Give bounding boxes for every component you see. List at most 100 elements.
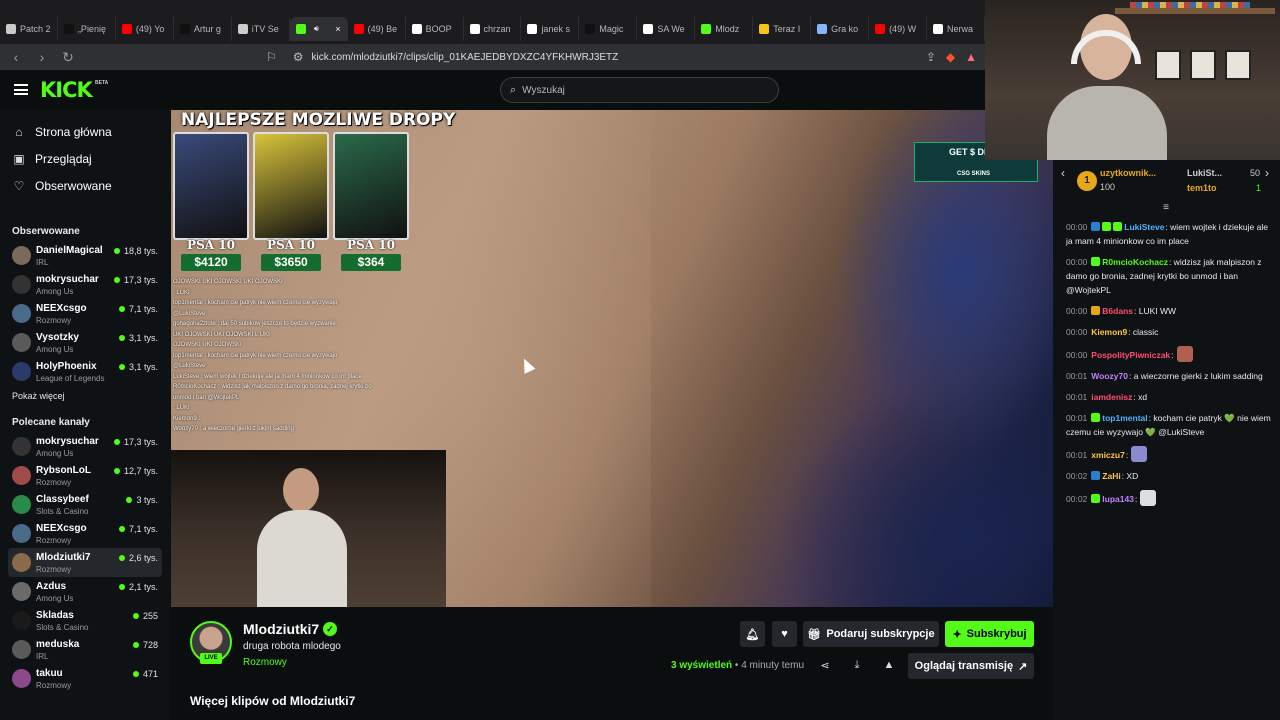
channel-avatar	[12, 333, 31, 352]
browser-tab[interactable]: BOOP	[406, 17, 464, 41]
search-input[interactable]: ⌕ Wyszukaj	[500, 77, 779, 103]
viewer-count-value: 2,6 tys.	[128, 553, 158, 563]
kick-logo[interactable]: KICK	[40, 78, 93, 102]
chat-username[interactable]: lupa143	[1102, 494, 1134, 504]
chat-username[interactable]: PospolityPiwniczak	[1091, 350, 1170, 360]
tab-favicon-icon	[63, 24, 74, 34]
chat-filter-icon[interactable]: ≡	[1161, 202, 1171, 213]
browser-tab[interactable]: Mlodz	[695, 17, 754, 41]
shelf	[1115, 8, 1275, 14]
top-gifter-name[interactable]: uzytkownik...	[1100, 168, 1156, 178]
viewer-count-value: 728	[142, 640, 158, 650]
viewer-count: 3,1 tys.	[118, 362, 158, 372]
share-icon[interactable]: ⇪	[926, 50, 936, 64]
chevron-left-icon[interactable]: ‹	[1061, 166, 1065, 180]
channel-name: NEEXcsgo	[36, 523, 87, 534]
browser-tab[interactable]: Artur g	[174, 17, 232, 41]
menu-icon[interactable]	[14, 84, 28, 95]
sidebar-channel-item[interactable]: NEEXcsgo Rozmowy 7,1 tys.	[8, 299, 162, 328]
chat-username[interactable]: top1mental	[1102, 413, 1147, 423]
channel-name: Mlodziutki7	[36, 552, 91, 563]
browser-tab[interactable]: Nerwa	[927, 17, 985, 41]
sidebar-channel-item[interactable]: meduska IRL 728	[8, 635, 162, 664]
channel-name: Skladas	[36, 610, 74, 621]
channel-name: Azdus	[36, 581, 66, 592]
clip-category[interactable]: Rozmowy	[243, 657, 287, 668]
chat-username[interactable]: ZaHi	[1102, 471, 1120, 481]
chat-username[interactable]: iamdenisz	[1091, 392, 1132, 402]
sidebar-channel-item[interactable]: RybsonLoL Rozmowy 12,7 tys.	[8, 461, 162, 490]
clip-stats: 3 wyświetleń • 4 minuty temu	[671, 660, 804, 671]
chat-username[interactable]: Kiemon9	[1091, 327, 1127, 337]
sidebar-channel-item[interactable]: Classybeef Slots & Casino 3 tys.	[8, 490, 162, 519]
show-more-link[interactable]: Pokaż więcej	[0, 386, 170, 406]
message-timestamp: 00:01	[1066, 450, 1088, 460]
sidebar-channel-item[interactable]: Vysotzky Among Us 3,1 tys.	[8, 328, 162, 357]
site-info-icon[interactable]: ⚙	[293, 50, 304, 64]
sidebar-channel-item[interactable]: takuu Rozmowy 471	[8, 664, 162, 693]
channel-category: IRL	[36, 258, 49, 267]
browser-tab[interactable]: (49) W	[869, 17, 927, 41]
sidebar-channel-item[interactable]: Azdus Among Us 2,1 tys.	[8, 577, 162, 606]
brave-rewards-icon[interactable]: ▲	[965, 50, 977, 64]
channel-name[interactable]: Mlodziutki7	[243, 621, 319, 637]
chat-username[interactable]: LukiSteve	[1124, 222, 1164, 232]
browser-tab[interactable]: janek s	[521, 17, 580, 41]
browser-tab[interactable]: Patch 2	[0, 17, 58, 41]
speaker-icon[interactable]: 🔊︎	[314, 24, 319, 34]
notification-bell-button[interactable]: 🔔︎	[740, 621, 765, 647]
gifter-name[interactable]: LukiSt...	[1187, 168, 1222, 178]
sidebar-nav-item[interactable]: ⌂ Strona główna	[0, 118, 170, 145]
pokemon-card	[253, 132, 329, 240]
chat-username[interactable]: xmiczu7	[1091, 450, 1125, 460]
sidebar-nav-label: Obserwowane	[35, 178, 112, 193]
download-icon[interactable]: ⤓	[850, 659, 864, 672]
browser-tab[interactable]: 🔊︎ ×	[289, 17, 348, 41]
browser-tab[interactable]: chrzan	[464, 17, 522, 41]
bookmark-icon[interactable]: ⚐	[266, 50, 277, 64]
tab-title: janek s	[541, 24, 570, 34]
sidebar-channel-item[interactable]: HolyPhoenix League of Legends 3,1 tys.	[8, 357, 162, 386]
browser-tab[interactable]: „Pienię	[58, 17, 116, 41]
browser-tab[interactable]: Teraz I	[753, 17, 812, 41]
chat-username[interactable]: Woozy70	[1091, 371, 1128, 381]
browser-tab[interactable]: (49) Be	[348, 17, 406, 41]
channel-category: Slots & Casino	[36, 623, 89, 632]
subscribe-button[interactable]: ✦ Subskrybuj	[945, 621, 1034, 647]
live-dot-icon	[118, 555, 125, 561]
browser-tab[interactable]: (49) Yo	[116, 17, 174, 41]
sidebar-channel-item[interactable]: Mlodziutki7 Rozmowy 2,6 tys.	[8, 548, 162, 577]
gift-subscription-button[interactable]: 🎁︎ Podaruj subskrypcje	[803, 621, 939, 647]
video-player[interactable]: NAJLEPSZE MOZLIWE DROPY PSA 10 $4120 PSA 1…	[171, 110, 1053, 607]
gifter-name[interactable]: tem1to	[1187, 183, 1217, 193]
live-dot-icon	[132, 671, 139, 677]
close-tab-icon[interactable]: ×	[335, 24, 340, 34]
sidebar-nav-item[interactable]: ♡ Obserwowane	[0, 172, 170, 199]
browser-tab[interactable]: SA We	[637, 17, 696, 41]
watch-stream-button[interactable]: Oglądaj transmisję ↗	[908, 653, 1034, 679]
sidebar-channel-item[interactable]: Skladas Slots & Casino 255	[8, 606, 162, 635]
url-field[interactable]: ⚙ kick.com/mlodziutki7/clips/clip_01KAEJ…	[287, 47, 916, 67]
chevron-right-icon[interactable]: ›	[1265, 166, 1269, 180]
chat-message-text: :	[1171, 350, 1174, 360]
follow-button[interactable]: ♥	[772, 621, 797, 647]
sidebar-channel-item[interactable]: mokrysuchar Among Us 17,3 tys.	[8, 270, 162, 299]
browser-tab[interactable]: Gra ko	[811, 17, 870, 41]
share-icon[interactable]: ⋖	[818, 659, 832, 672]
browser-tab[interactable]: iTV Se	[232, 17, 290, 41]
tab-title: Magic	[599, 24, 624, 34]
views-label: wyświetleń	[676, 660, 733, 671]
chat-username[interactable]: B6dans	[1102, 306, 1133, 316]
channel-avatar	[12, 582, 31, 601]
sidebar-channel-item[interactable]: DanielMagical IRL 18,8 tys.	[8, 241, 162, 270]
reload-icon[interactable]: ↻	[60, 49, 76, 66]
browser-tab[interactable]: Magic	[579, 17, 638, 41]
sidebar-nav-item[interactable]: ▣ Przeglądaj	[0, 145, 170, 172]
forward-icon[interactable]: ›	[34, 49, 50, 65]
brave-shield-icon[interactable]: ◆	[946, 50, 955, 64]
back-icon[interactable]: ‹	[8, 49, 24, 65]
sidebar-channel-item[interactable]: NEEXcsgo Rozmowy 7,1 tys.	[8, 519, 162, 548]
sidebar-channel-item[interactable]: mokrysuchar Among Us 17,3 tys.	[8, 432, 162, 461]
chat-username[interactable]: R0mcioKochacz	[1102, 257, 1168, 267]
report-icon[interactable]: ▲	[882, 659, 896, 671]
